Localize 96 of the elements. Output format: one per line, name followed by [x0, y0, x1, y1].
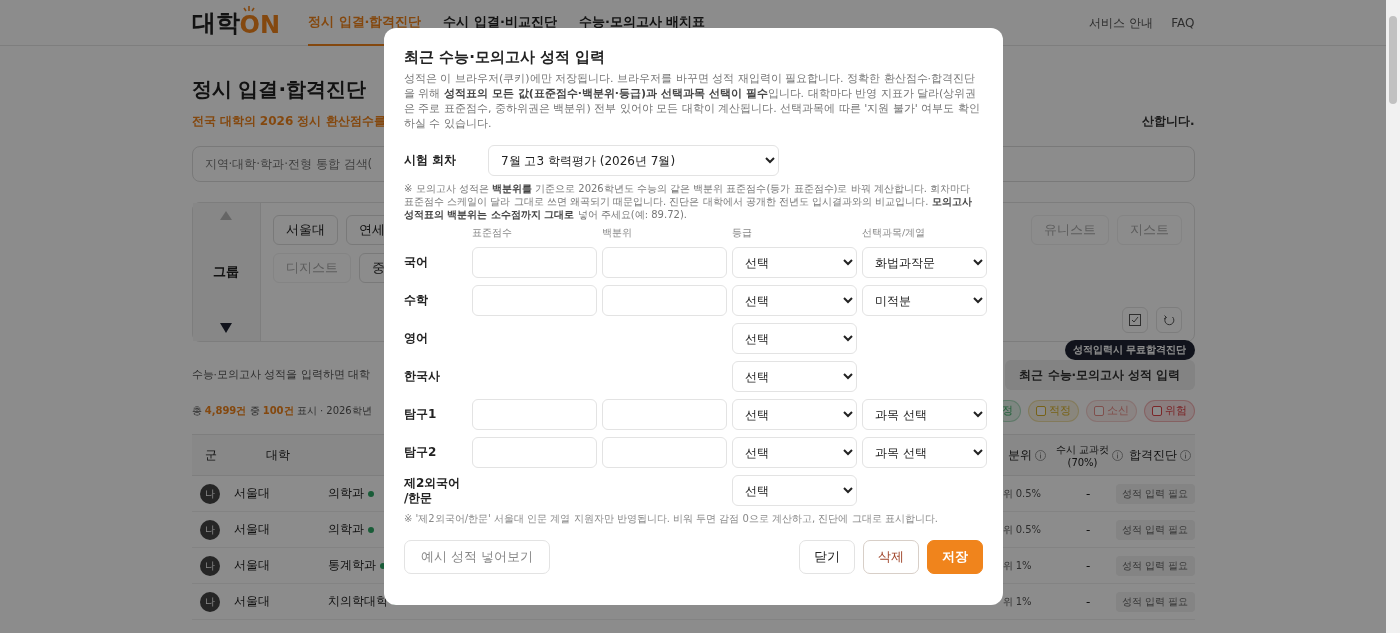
- checkbox-icon: [1128, 314, 1141, 326]
- table-cell: 서울대: [233, 521, 270, 538]
- table-cell: 의학과: [327, 521, 364, 538]
- score-input[interactable]: [602, 437, 727, 468]
- table-cell: 치의학대학: [327, 593, 388, 610]
- table-cell: -: [1085, 522, 1091, 537]
- column-header: 표준점수: [472, 227, 513, 240]
- result-count: 총 4,899건 중 100건 표시 · 2026학년: [191, 404, 372, 418]
- status-dot: [367, 526, 374, 533]
- delete-button[interactable]: 삭제: [863, 540, 919, 574]
- up-triangle-icon[interactable]: [220, 211, 232, 220]
- info-icon[interactable]: [1034, 449, 1046, 461]
- grade-select[interactable]: 선택: [732, 399, 857, 430]
- table-cell: -: [1085, 594, 1091, 609]
- sample-scores-button[interactable]: 예시 성적 넣어보기: [404, 540, 551, 574]
- score-input[interactable]: [472, 437, 597, 468]
- page-subtitle: 전국 대학의 2026 정시 환산점수를: [191, 113, 386, 130]
- group-badge: 나: [199, 591, 220, 612]
- info-text: 수능·모의고사 성적을 입력하면 대학: [191, 368, 370, 382]
- column-header: 백분위: [602, 227, 633, 240]
- table-cell: 서울대: [233, 485, 270, 502]
- subject-label: 영어: [404, 331, 429, 346]
- column-header: 선택과목/계열: [862, 227, 927, 240]
- column-header: 분위: [1007, 446, 1032, 464]
- grade-select[interactable]: 선택: [732, 361, 857, 392]
- down-triangle-icon[interactable]: [220, 323, 232, 333]
- table-cell: 통계학과: [327, 557, 376, 574]
- subject-label: 한국사: [404, 369, 441, 384]
- header-link[interactable]: 서비스 안내: [1089, 14, 1154, 32]
- refresh-icon: [1162, 314, 1175, 326]
- logo[interactable]: 대학ON: [191, 7, 280, 39]
- score-input[interactable]: [602, 247, 727, 278]
- score-input[interactable]: [472, 285, 597, 316]
- column-header: 합격진단: [1128, 446, 1177, 464]
- group-badge: 나: [199, 555, 220, 576]
- score-input[interactable]: [472, 247, 597, 278]
- table-cell: 위 0.5%: [1002, 486, 1042, 501]
- column-header: 수시 교과컷 (70%): [1055, 442, 1110, 468]
- header-link[interactable]: FAQ: [1171, 16, 1195, 30]
- column-header: 대학: [264, 446, 291, 464]
- group-badge: 나: [199, 483, 220, 504]
- table-cell: 위 1%: [1002, 594, 1032, 609]
- field-label: 시험 회차: [404, 152, 458, 169]
- subject-label: 수학: [404, 293, 429, 308]
- grade-select[interactable]: 선택: [732, 323, 857, 354]
- column-header: 군: [203, 446, 218, 464]
- table-cell: -: [1085, 486, 1091, 501]
- table-cell: 의학과: [327, 485, 364, 502]
- group-label: 그룹: [213, 262, 239, 281]
- close-button[interactable]: 닫기: [799, 540, 855, 574]
- grade-select[interactable]: 선택: [732, 247, 857, 278]
- table-cell: 위 0.5%: [1002, 522, 1042, 537]
- column-header: 등급: [732, 227, 753, 240]
- dialog-description: 성적은 이 브라우저(쿠키)에만 저장됩니다. 브라우저를 바꾸면 성적 재입력이 필요합니다. 정확한 환산점수·합격진단을 위해 성적표의 모든 값(표준점수·백분위·등급)과 선택과목 선택이 필수입니다. 대학마다 반영 지표가 달라(상위권은 주로 표준점수, 중하위권은 백분위) 전부 있어야 모든 대학이 계산됩니다. 선택과목에 따른 '지원 불가' 여부도 확인 하실 수 있습니다.: [404, 71, 981, 131]
- elective-select[interactable]: 과목 선택: [862, 437, 987, 468]
- checkbox[interactable]: [1093, 406, 1104, 416]
- elective-select[interactable]: 화법과작문: [862, 247, 987, 278]
- status-dot: [367, 490, 374, 497]
- footnote: ※ '제2외국어/한문' 서울대 인문 계열 지원자만 반영됩니다. 비워 두면 감점 0으로 계산하고, 진단에 그대로 표시합니다.: [404, 512, 939, 526]
- elective-select[interactable]: 과목 선택: [862, 399, 987, 430]
- grade-select[interactable]: 선택: [732, 437, 857, 468]
- dialog-title: 최근 수능·모의고사 성적 입력: [404, 48, 607, 67]
- subject-label: 탐구2: [404, 445, 438, 460]
- table-cell: 위 1%: [1002, 558, 1032, 573]
- exam-select[interactable]: 7월 고3 학력평가 (2026년 7월): [488, 145, 779, 176]
- table-cell: 서울대: [233, 557, 270, 574]
- page-subtitle: 산합니다.: [1141, 113, 1195, 130]
- status-tag: 성적 입력 필요: [1116, 591, 1195, 612]
- info-icon[interactable]: [1112, 449, 1124, 461]
- reset-button[interactable]: [1155, 307, 1182, 333]
- subject-label: 탐구1: [404, 407, 438, 422]
- checkbox[interactable]: [1151, 406, 1162, 416]
- scrollbar[interactable]: [1386, 0, 1400, 633]
- score-input-button[interactable]: 최근 수능·모의고사 성적 입력: [1005, 360, 1195, 390]
- info-icon[interactable]: [1179, 449, 1191, 461]
- elective-select[interactable]: 미적분: [862, 285, 987, 316]
- status-tag: 성적 입력 필요: [1116, 519, 1195, 540]
- score-input[interactable]: [472, 399, 597, 430]
- table-cell: -: [1085, 558, 1091, 573]
- tooltip: 성적입력시 무료합격진단: [1065, 340, 1195, 360]
- exam-note: ※ 모의고사 성적은 백분위를 기준으로 2026학년도 수능의 같은 백분위 표준점수(등가 표준점수)로 바꿔 계산합니다. 회차마다 표준점수 스케일이 달라 그대로 쓰면 왜곡되기 때문입니다. 진단은 대학에서 공개한 전년도 입시결과와의 비교입니다. 모의고사 성적표의 백분위는 소수점까지 그대로 넣어 주세요(예: 89.72).: [404, 182, 973, 221]
- table-cell: 서울대: [233, 593, 270, 610]
- grade-select[interactable]: 선택: [732, 285, 857, 316]
- grade-select[interactable]: 선택: [732, 475, 857, 506]
- status-tag: 성적 입력 필요: [1116, 483, 1195, 504]
- university-chip[interactable]: 서울대: [272, 215, 338, 245]
- checkbox[interactable]: [1035, 406, 1046, 416]
- select-all-button[interactable]: [1121, 307, 1148, 333]
- subject-label: 제2외국어 /한문: [404, 475, 462, 506]
- sun-rays-icon: [241, 6, 256, 14]
- subject-label: 국어: [404, 255, 429, 270]
- score-input[interactable]: [602, 399, 727, 430]
- score-input[interactable]: [602, 285, 727, 316]
- page-title: 정시 입결·합격진단: [191, 76, 367, 103]
- status-tag: 성적 입력 필요: [1116, 555, 1195, 576]
- group-badge: 나: [199, 519, 220, 540]
